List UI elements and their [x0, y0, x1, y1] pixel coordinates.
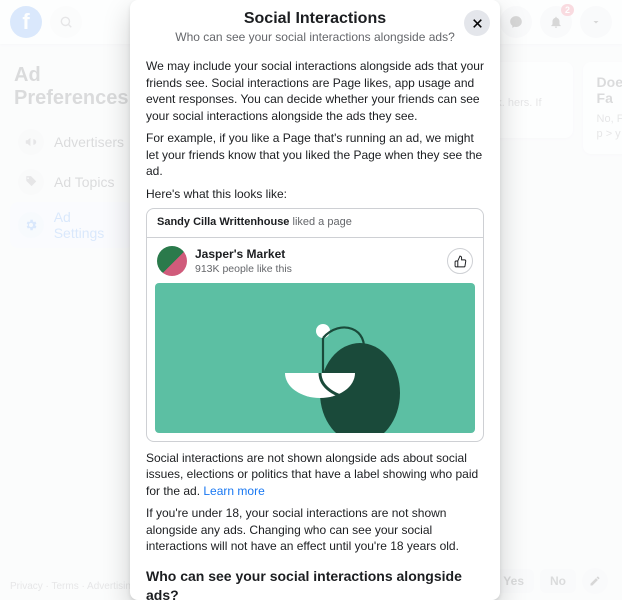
- page-avatar: [157, 246, 187, 276]
- options-heading: Who can see your social interactions alo…: [146, 567, 484, 600]
- preview-image: [155, 283, 475, 433]
- page-name: Jasper's Market: [195, 246, 292, 263]
- modal-paragraph: For example, if you like a Page that's r…: [146, 130, 484, 180]
- learn-more-link[interactable]: Learn more: [203, 484, 264, 498]
- thumbs-up-icon: [454, 255, 467, 268]
- ad-preview-card: Sandy Cilla Writtenhouse liked a page Ja…: [146, 208, 484, 441]
- modal-paragraph: We may include your social interactions …: [146, 58, 484, 124]
- modal-subtitle: Who can see your social interactions alo…: [144, 30, 486, 44]
- close-icon: [471, 17, 484, 30]
- social-interactions-modal: Social Interactions Who can see your soc…: [130, 0, 500, 600]
- modal-title: Social Interactions: [144, 10, 486, 28]
- page-likes: 913K people like this: [195, 262, 292, 276]
- close-button[interactable]: [464, 10, 490, 36]
- preview-social-context: Sandy Cilla Writtenhouse liked a page: [147, 209, 483, 237]
- modal-paragraph: If you're under 18, your social interact…: [146, 505, 484, 555]
- like-button[interactable]: [447, 248, 473, 274]
- modal-paragraph: Social interactions are not shown alongs…: [146, 450, 484, 500]
- modal-paragraph: Here's what this looks like:: [146, 186, 484, 203]
